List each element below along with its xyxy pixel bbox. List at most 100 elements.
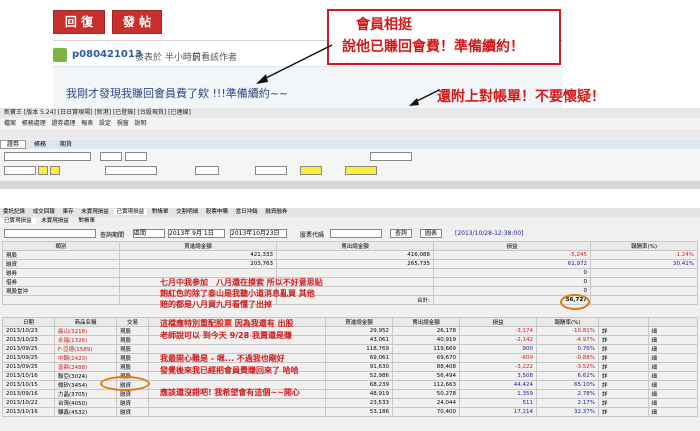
tab-statement-2[interactable]: 對帳單 xyxy=(75,218,100,224)
detail-cell: 88,408 xyxy=(392,362,460,372)
detail-link[interactable]: 詳 xyxy=(598,344,649,354)
detail-cell: 1,359 xyxy=(459,389,537,399)
summary-row: 現股 421,333 416,088 -5,245 -1.24% xyxy=(2,250,698,260)
table-row[interactable]: 2013/10/23 永福(1326) 現股 43,061 40,919 -2,142 -4… xyxy=(2,335,698,345)
price-input[interactable] xyxy=(255,166,287,175)
detail-link-2[interactable]: 細 xyxy=(647,353,698,363)
detail-link[interactable]: 詳 xyxy=(598,407,649,417)
menu-file[interactable]: 檔案 xyxy=(0,120,16,127)
stock-code-filter[interactable] xyxy=(330,229,382,238)
annotation-4: 這檔應特別重配股票 因為我還有 出股 xyxy=(160,319,294,328)
post-username[interactable]: p080421013 xyxy=(72,49,142,60)
tab-settlement[interactable]: 交割明細 xyxy=(173,209,201,215)
detail-link[interactable]: 詳 xyxy=(598,398,649,408)
detail-link[interactable]: 詳 xyxy=(598,335,649,345)
detail-cell: 68,239 xyxy=(325,380,393,390)
detail-table: 日期 商品名稱 交易 買進總金額 賣出總金額 損益 報酬率(%) 2013/10… xyxy=(2,317,698,417)
table-row[interactable]: 2013/10/23 晨山(3218) 現股 29,952 26,178 -3,174 -1… xyxy=(2,326,698,336)
detail-link-2[interactable]: 細 xyxy=(647,380,698,390)
detail-link[interactable]: 詳 xyxy=(598,326,649,336)
menu-securities[interactable]: 證券處理 xyxy=(52,120,76,127)
menu-settings[interactable]: 設定 xyxy=(99,120,111,127)
tab-orders[interactable]: 委託記錄 xyxy=(0,209,28,215)
query-button[interactable]: 查詢 xyxy=(390,229,412,238)
table-row[interactable]: 2013/10/22 台灣(4050) 融資 23,533 24,044 511 2.17%… xyxy=(2,398,698,408)
detail-link-2[interactable]: 細 xyxy=(647,389,698,399)
date-from-input[interactable]: 2013年 9月 1日 xyxy=(168,229,225,238)
tab-statement[interactable]: 對帳單 xyxy=(149,209,172,215)
menu-account[interactable]: 帳務處理 xyxy=(22,120,46,127)
detail-link[interactable]: 詳 xyxy=(598,380,649,390)
period-value: 區間 xyxy=(134,230,147,237)
tab-daytrade[interactable]: 當日沖銷 xyxy=(233,209,261,215)
detail-cell: 2013/09/25 xyxy=(2,344,55,354)
detail-link[interactable]: 詳 xyxy=(598,362,649,372)
save-settings-button[interactable] xyxy=(370,152,412,161)
price-type-button[interactable] xyxy=(300,166,322,175)
detail-header: 損益 xyxy=(459,317,537,327)
account-button-2[interactable] xyxy=(125,152,147,161)
quantity-input[interactable] xyxy=(195,166,219,175)
account-select[interactable] xyxy=(4,152,91,161)
detail-link-2[interactable]: 細 xyxy=(647,371,698,381)
detail-link[interactable]: 詳 xyxy=(598,371,649,381)
order-flag-icon[interactable] xyxy=(38,166,48,175)
menu-window[interactable]: 視窗 xyxy=(117,120,129,127)
tab-futures[interactable]: 期貨 xyxy=(54,141,78,148)
account-button[interactable] xyxy=(100,152,122,161)
menu-help[interactable]: 說明 xyxy=(135,120,147,127)
chart-button[interactable]: 圖表 xyxy=(420,229,442,238)
detail-link-2[interactable]: 細 xyxy=(647,326,698,336)
summary-header: 損益 xyxy=(433,241,591,251)
summary-cell: 現股 xyxy=(2,250,120,260)
detail-cell: 現股 xyxy=(116,362,149,372)
stock-code-input[interactable] xyxy=(105,166,157,175)
detail-link-2[interactable]: 細 xyxy=(647,344,698,354)
detail-cell: 53,186 xyxy=(325,407,393,417)
reply-button[interactable]: 回 復 xyxy=(53,10,105,34)
author-only-link[interactable]: 只看該作者 xyxy=(192,50,237,63)
detail-link-2[interactable]: 細 xyxy=(647,407,698,417)
summary-cell: 265,735 xyxy=(276,259,434,269)
tab-realized[interactable]: 已實現損益 xyxy=(113,209,148,215)
detail-link[interactable]: 詳 xyxy=(598,389,649,399)
detail-link[interactable]: 詳 xyxy=(598,353,649,363)
date-to-input[interactable]: 2013年10月23日 xyxy=(230,229,287,238)
detail-cell: -3,174 xyxy=(459,326,537,336)
tab-margin[interactable]: 融資融券 xyxy=(262,209,290,215)
tab-unrealized[interactable]: 未實現損益 xyxy=(78,209,112,215)
detail-cell: -3,222 xyxy=(459,362,537,372)
tab-ipo[interactable]: 股票申購 xyxy=(203,209,231,215)
tab-fills[interactable]: 成交回報 xyxy=(30,209,58,215)
account-field[interactable] xyxy=(4,229,96,238)
tab-unrealized-pl[interactable]: 未實現損益 xyxy=(37,218,73,224)
order-type-select[interactable] xyxy=(4,166,36,175)
table-row[interactable]: 2013/09/25 F-亞德(1589) 現股 118,769 119,669 900 0… xyxy=(2,344,698,354)
post-button[interactable]: 發 帖 xyxy=(112,10,162,34)
tab-securities[interactable]: 證券 xyxy=(0,140,27,149)
summary-cell: 30.41% xyxy=(590,259,698,269)
table-row[interactable]: 2013/09/25 富鼎(2488) 現股 91,630 88,408 -3,222 -3… xyxy=(2,362,698,372)
send-order-button[interactable] xyxy=(345,166,377,175)
detail-link-2[interactable]: 細 xyxy=(647,398,698,408)
detail-header-row: 日期 商品名稱 交易 買進總金額 賣出總金額 損益 報酬率(%) xyxy=(2,317,698,327)
detail-link-2[interactable]: 細 xyxy=(647,335,698,345)
menu-report[interactable]: 報表 xyxy=(81,120,93,127)
tab-realized-pl[interactable]: 已實現損益 xyxy=(0,218,36,224)
detail-cell: 3,508 xyxy=(459,371,537,381)
table-row[interactable]: 2013/10/16 驊鑫(4532) 融資 53,186 70,400 17,214 32… xyxy=(2,407,698,417)
summary-total-row: 合計: 56,727 xyxy=(2,295,698,305)
period-select[interactable]: 區間 xyxy=(133,229,165,238)
order-flag-icon-2[interactable] xyxy=(50,166,60,175)
report-tabs: 已實現損益 未實現損益 對帳單 xyxy=(0,217,700,226)
detail-cell: 2013/10/16 xyxy=(2,371,55,381)
detail-link-2[interactable]: 細 xyxy=(647,362,698,372)
tab-account[interactable]: 帳務 xyxy=(28,141,52,148)
table-row[interactable]: 2013/09/16 力晶(3705) 融資 48,919 50,278 1,359 2.7… xyxy=(2,389,698,399)
detail-cell: 119,669 xyxy=(392,344,460,354)
table-row[interactable]: 2013/09/25 中鋼(2423) 現股 69,061 69,670 -609 -0.8… xyxy=(2,353,698,363)
summary-cell xyxy=(2,295,120,305)
annotation-7: 發覺後來我已經把會員費賺回來了 哈哈 xyxy=(160,366,299,375)
detail-cell: -10.81% xyxy=(536,326,599,336)
tab-inventory[interactable]: 庫存 xyxy=(60,209,77,215)
